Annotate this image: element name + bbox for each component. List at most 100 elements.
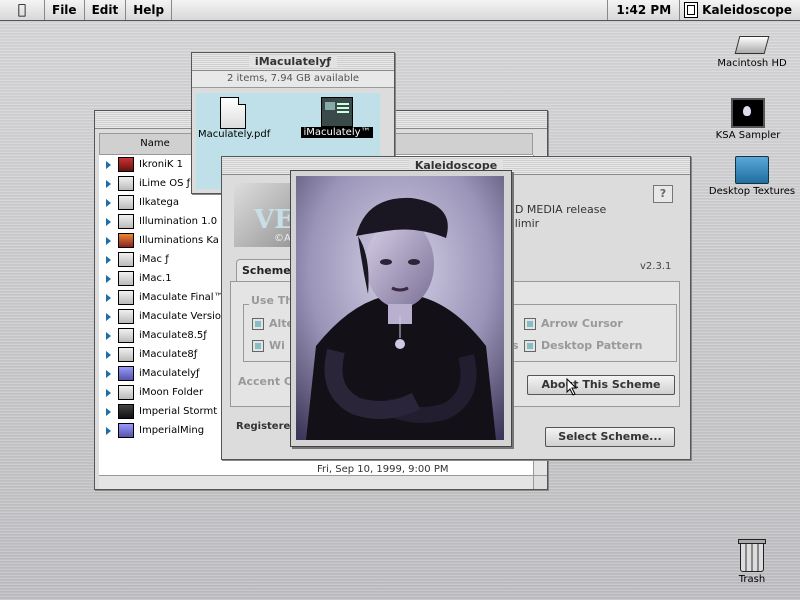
desktop-icon-desktop-textures[interactable]: Desktop Textures bbox=[704, 156, 800, 197]
folder-icon bbox=[118, 176, 134, 191]
app-icon bbox=[321, 97, 353, 127]
desktop-icon-label: Desktop Textures bbox=[708, 186, 796, 197]
disclosure-triangle-icon[interactable] bbox=[106, 236, 111, 245]
checkbox-icon bbox=[524, 317, 536, 330]
disclosure-triangle-icon[interactable] bbox=[106, 407, 111, 416]
checkbox-label: Wi bbox=[269, 339, 285, 352]
disclosure-triangle-icon[interactable] bbox=[106, 293, 111, 302]
menu-file[interactable]: File bbox=[45, 0, 85, 20]
folder-icon bbox=[118, 366, 134, 381]
desktop-icon-macintosh-hd[interactable]: Macintosh HD bbox=[712, 36, 792, 69]
horizontal-scrollbar[interactable] bbox=[99, 475, 533, 489]
list-item-name: Illuminations Ka bbox=[139, 235, 219, 246]
folder-icon bbox=[118, 157, 134, 172]
select-scheme-button[interactable]: Select Scheme... bbox=[545, 427, 675, 447]
desktop-icon-ksa-sampler[interactable]: KSA Sampler bbox=[706, 98, 790, 141]
registered-label: Registere bbox=[236, 421, 291, 432]
list-date-fragment: Fri, Sep 10, 1999, 9:00 PM bbox=[317, 464, 449, 475]
disclosure-triangle-icon[interactable] bbox=[106, 350, 111, 359]
file-app[interactable]: iMaculately™ bbox=[300, 97, 374, 138]
checkbox-icon bbox=[524, 339, 536, 352]
list-item-name: iMaculate8.5ƒ bbox=[139, 330, 207, 341]
about-this-scheme-button[interactable]: About This Scheme bbox=[527, 375, 675, 395]
list-item-name: Illumination 1.0 bbox=[139, 216, 218, 227]
folder-icon bbox=[118, 309, 134, 324]
list-item-name: iLime OS ƒ bbox=[139, 178, 191, 189]
hard-drive-icon bbox=[734, 36, 770, 54]
list-item-name: Imperial Stormt bbox=[139, 406, 218, 417]
tab-scheme[interactable]: Scheme bbox=[236, 259, 297, 282]
list-item-name: iMaculatelyƒ bbox=[139, 368, 200, 379]
checkbox-left-1[interactable]: Alte bbox=[252, 317, 294, 330]
disclosure-triangle-icon[interactable] bbox=[106, 369, 111, 378]
folder-window-title: iMaculatelyƒ bbox=[248, 55, 338, 68]
folder-icon bbox=[118, 214, 134, 229]
checkbox-mid-2-label: s bbox=[512, 339, 519, 352]
grow-box-icon[interactable] bbox=[533, 475, 547, 489]
disclosure-triangle-icon[interactable] bbox=[106, 331, 111, 340]
portrait-photo bbox=[296, 176, 504, 440]
checkbox-label: Arrow Cursor bbox=[541, 317, 623, 330]
checkbox-icon bbox=[252, 317, 264, 330]
menu-help[interactable]: Help bbox=[126, 0, 173, 20]
disclosure-triangle-icon[interactable] bbox=[106, 160, 111, 169]
menu-edit[interactable]: Edit bbox=[85, 0, 127, 20]
list-item-name: iMoon Folder bbox=[139, 387, 204, 398]
disclosure-triangle-icon[interactable] bbox=[106, 198, 111, 207]
trash-icon bbox=[738, 539, 766, 572]
checkbox-icon bbox=[252, 339, 264, 352]
disclosure-triangle-icon[interactable] bbox=[106, 426, 111, 435]
list-item-name: iMaculate Final™ bbox=[139, 292, 224, 303]
menu-clock[interactable]: 1:42 PM bbox=[607, 0, 679, 20]
help-button[interactable]: ? bbox=[653, 185, 673, 203]
portrait-photo-window[interactable] bbox=[290, 170, 512, 447]
list-item-name: ImperialMing bbox=[139, 425, 205, 436]
folder-icon bbox=[118, 423, 134, 438]
folder-icon bbox=[118, 271, 134, 286]
list-item-name: iMaculate Versio bbox=[139, 311, 221, 322]
file-pdf[interactable]: Maculately.pdf bbox=[198, 97, 270, 140]
application-icon bbox=[684, 2, 699, 18]
ksa-app-icon bbox=[731, 98, 765, 128]
disclosure-triangle-icon[interactable] bbox=[106, 312, 111, 321]
disclosure-triangle-icon[interactable] bbox=[106, 388, 111, 397]
disclosure-triangle-icon[interactable] bbox=[106, 274, 111, 283]
apple-menu-icon[interactable]:  bbox=[0, 0, 45, 20]
file-app-label: iMaculately™ bbox=[301, 127, 373, 138]
folder-icon bbox=[118, 328, 134, 343]
disclosure-triangle-icon[interactable] bbox=[106, 217, 111, 226]
checkbox-arrow-cursor[interactable]: Arrow Cursor bbox=[524, 317, 623, 330]
list-item-name: Ilkatega bbox=[139, 197, 180, 208]
banner-subtext: ©A bbox=[274, 233, 291, 244]
author-text: alimir bbox=[508, 217, 540, 230]
checkbox-mid-label: s bbox=[512, 339, 519, 352]
folder-icon bbox=[118, 195, 134, 210]
mouse-cursor-icon bbox=[566, 378, 578, 396]
folder-icon bbox=[118, 252, 134, 267]
banner-text: VE bbox=[254, 205, 294, 235]
release-text: ED MEDIA release bbox=[508, 203, 607, 216]
folder-icon bbox=[118, 233, 134, 248]
disclosure-triangle-icon[interactable] bbox=[106, 179, 111, 188]
desktop-icon-label: KSA Sampler bbox=[715, 130, 781, 141]
version-label: v2.3.1 bbox=[640, 261, 672, 272]
desktop-icon-trash[interactable]: Trash bbox=[720, 539, 784, 585]
list-item-name: iMac ƒ bbox=[139, 254, 169, 265]
application-menu[interactable]: Kaleidoscope bbox=[679, 0, 800, 20]
desktop-icon-label: Trash bbox=[738, 574, 766, 585]
folder-icon bbox=[118, 290, 134, 305]
checkbox-desktop-pattern[interactable]: Desktop Pattern bbox=[524, 339, 642, 352]
folder-icon bbox=[735, 156, 769, 184]
folder-window-titlebar[interactable]: iMaculatelyƒ bbox=[192, 53, 394, 71]
desktop-icon-label: Macintosh HD bbox=[717, 58, 787, 69]
checkbox-left-2[interactable]: Wi bbox=[252, 339, 285, 352]
portrait-image bbox=[296, 176, 504, 440]
folder-icon bbox=[118, 404, 134, 419]
document-icon bbox=[220, 97, 246, 129]
folder-info-bar: 2 items, 7.94 GB available bbox=[192, 71, 394, 88]
folder-icon bbox=[118, 347, 134, 362]
list-item-name: IkroniK 1 bbox=[139, 159, 183, 170]
disclosure-triangle-icon[interactable] bbox=[106, 255, 111, 264]
list-item-name: iMac.1 bbox=[139, 273, 172, 284]
list-item-name: iMaculate8ƒ bbox=[139, 349, 198, 360]
